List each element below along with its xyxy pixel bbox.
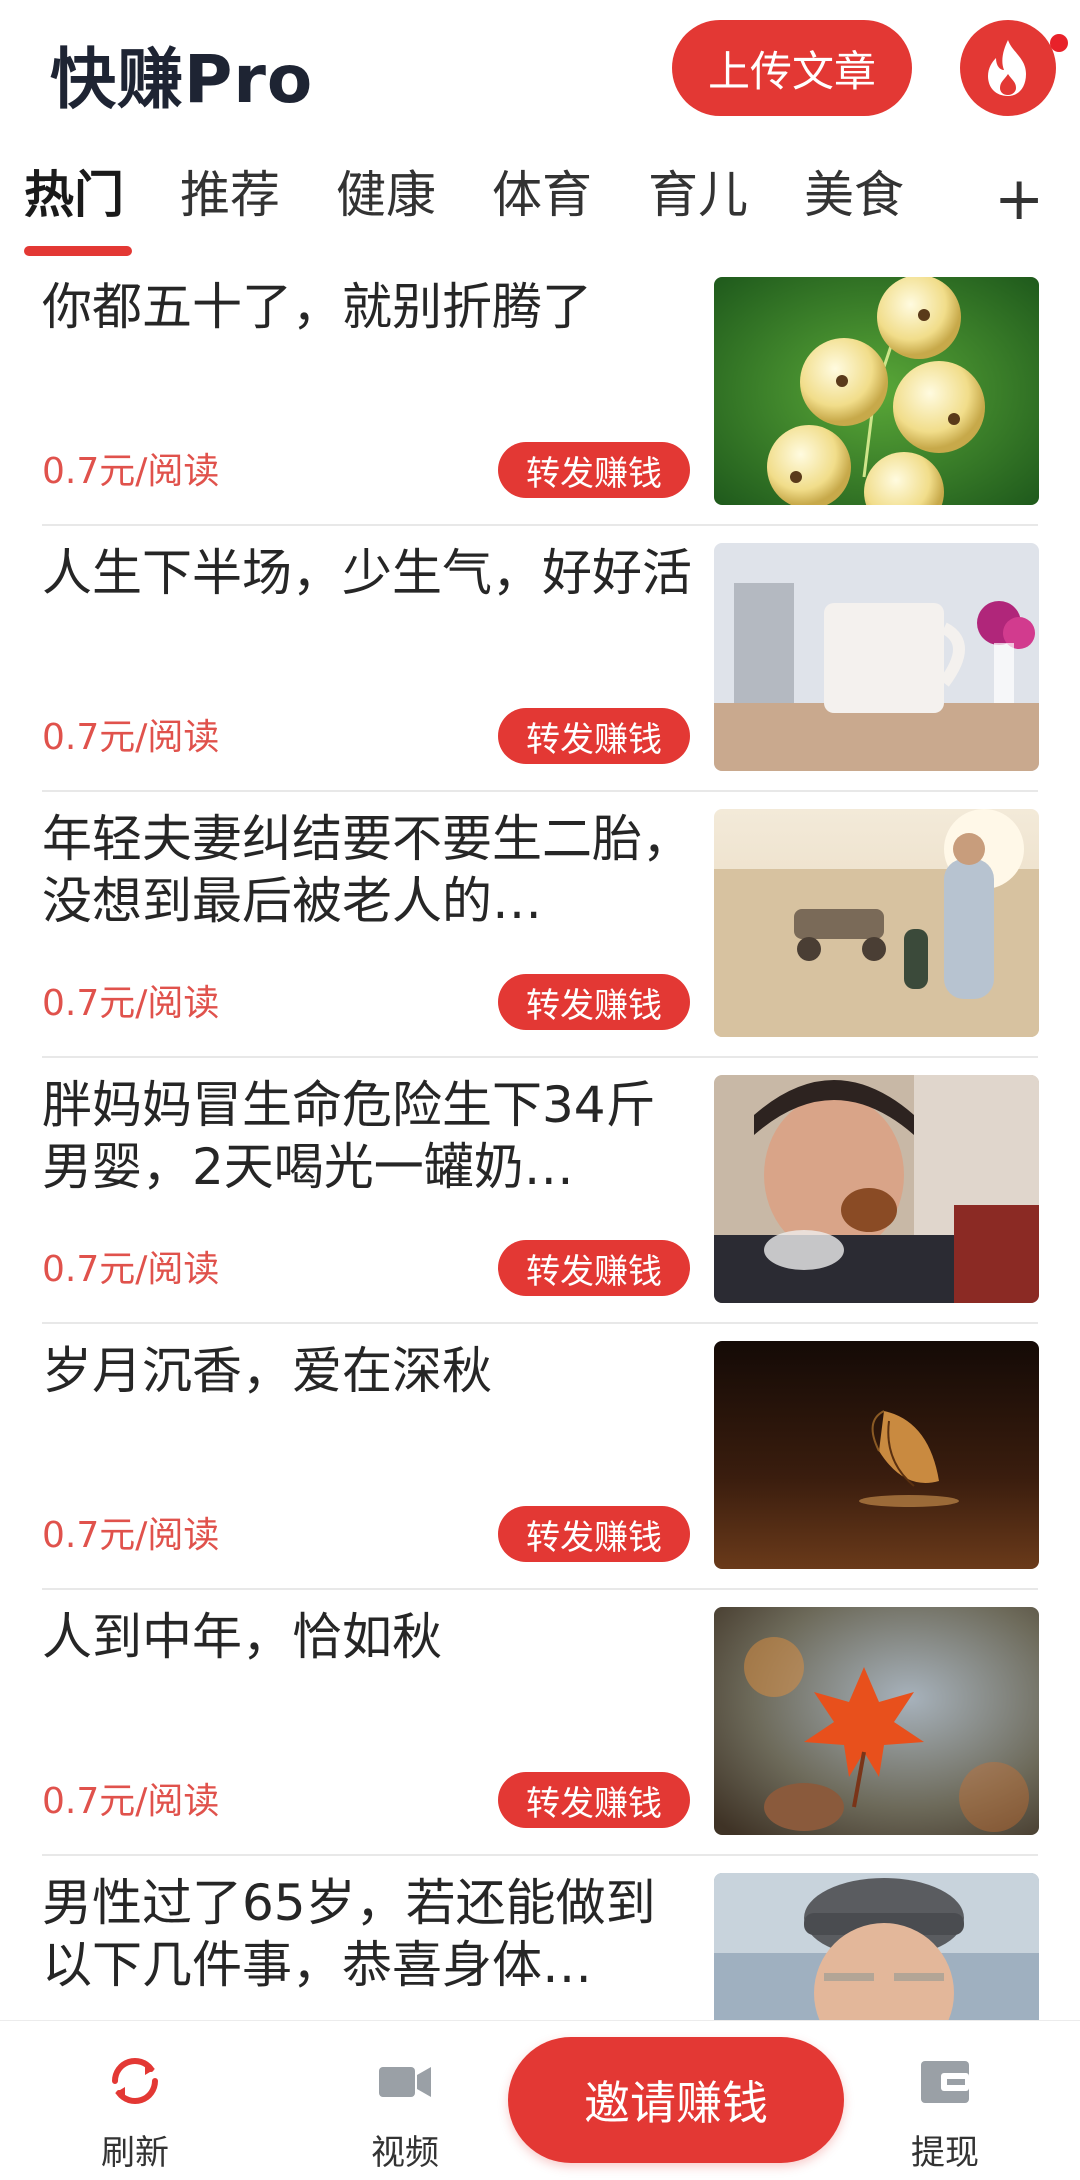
article-title[interactable]: 男性过了65岁，若还能做到以下几件事，恭喜身体… — [42, 1872, 692, 1996]
video-nav[interactable]: 视频 — [330, 2021, 480, 2180]
article-thumbnail[interactable] — [714, 1341, 1039, 1569]
video-label: 视频 — [371, 2133, 439, 2173]
divider — [42, 524, 1038, 526]
article-price: 0.7元/阅读 — [42, 717, 220, 758]
active-tab-indicator — [24, 246, 132, 256]
article-title[interactable]: 胖妈妈冒生命危险生下34斤男婴，2天喝光一罐奶… — [42, 1074, 692, 1198]
add-tab-button[interactable]: + — [994, 164, 1044, 234]
divider — [42, 1854, 1038, 1856]
article-item[interactable]: 男性过了65岁，若还能做到以下几件事，恭喜身体… — [0, 1866, 1080, 2020]
tab-hot[interactable]: 热门 — [24, 160, 124, 230]
article-item[interactable]: 人到中年，恰如秋 0.7元/阅读 转发赚钱 — [0, 1600, 1080, 1866]
video-camera-icon — [379, 2067, 431, 2097]
invite-earn-button[interactable]: 邀请赚钱 — [508, 2037, 844, 2163]
tab-food[interactable]: 美食 — [804, 160, 904, 230]
article-title[interactable]: 人生下半场，少生气，好好活 — [42, 542, 692, 604]
article-item[interactable]: 人生下半场，少生气，好好活 0.7元/阅读 转发赚钱 — [0, 536, 1080, 802]
tab-parenting[interactable]: 育儿 — [648, 160, 748, 230]
article-price: 0.7元/阅读 — [42, 1781, 220, 1822]
article-thumbnail[interactable] — [714, 809, 1039, 1037]
fire-icon — [988, 40, 1026, 96]
article-price: 0.7元/阅读 — [42, 451, 220, 492]
category-tabs: 热门 推荐 健康 体育 育儿 美食 — [0, 160, 1080, 260]
share-earn-button[interactable]: 转发赚钱 — [498, 974, 690, 1030]
elderly-man-image — [714, 1873, 1039, 2020]
share-earn-button[interactable]: 转发赚钱 — [498, 1772, 690, 1828]
article-item[interactable]: 你都五十了，就别折腾了 0.7元/阅读 转发赚钱 — [0, 270, 1080, 536]
autumn-leaf-dark-image — [714, 1341, 1039, 1569]
refresh-icon — [112, 2058, 158, 2104]
refresh-label: 刷新 — [101, 2133, 169, 2173]
share-earn-button[interactable]: 转发赚钱 — [498, 1240, 690, 1296]
hot-button[interactable] — [960, 20, 1056, 116]
share-earn-button[interactable]: 转发赚钱 — [498, 1506, 690, 1562]
currant-berries-image — [714, 277, 1039, 505]
tab-sports[interactable]: 体育 — [492, 160, 592, 230]
divider — [42, 1322, 1038, 1324]
coffee-mug-image — [714, 543, 1039, 771]
article-thumbnail[interactable] — [714, 277, 1039, 505]
article-price: 0.7元/阅读 — [42, 1249, 220, 1290]
withdraw-label: 提现 — [911, 2133, 979, 2173]
article-thumbnail[interactable] — [714, 1873, 1039, 2020]
article-feed[interactable]: 你都五十了，就别折腾了 0.7元/阅读 转发赚钱 人生下半场，少生气，好好活 0… — [0, 270, 1080, 2020]
divider — [42, 1056, 1038, 1058]
app-title: 快赚Pro — [50, 41, 314, 118]
article-item[interactable]: 岁月沉香，爱在深秋 0.7元/阅读 转发赚钱 — [0, 1334, 1080, 1600]
tab-recommend[interactable]: 推荐 — [180, 160, 280, 230]
tab-health[interactable]: 健康 — [336, 160, 436, 230]
article-title[interactable]: 年轻夫妻纠结要不要生二胎，没想到最后被老人的… — [42, 808, 692, 932]
divider — [42, 1588, 1038, 1590]
article-thumbnail[interactable] — [714, 1075, 1039, 1303]
article-title[interactable]: 岁月沉香，爱在深秋 — [42, 1340, 692, 1402]
article-thumbnail[interactable] — [714, 543, 1039, 771]
notification-dot — [1050, 34, 1068, 52]
beach-family-image — [714, 809, 1039, 1037]
article-item[interactable]: 年轻夫妻纠结要不要生二胎，没想到最后被老人的… 0.7元/阅读 转发赚钱 — [0, 802, 1080, 1068]
top-header: 快赚Pro 上传文章 — [0, 0, 1080, 140]
maple-leaf-image — [714, 1607, 1039, 1835]
wallet-icon — [921, 2061, 969, 2103]
app-screen: 快赚Pro 上传文章 热门 推荐 健康 体育 育儿 美食 + 你都五十了，就别折… — [0, 0, 1080, 2180]
article-thumbnail[interactable] — [714, 1607, 1039, 1835]
article-price: 0.7元/阅读 — [42, 983, 220, 1024]
bottom-navigation: 刷新 视频 邀请赚钱 提现 — [0, 2020, 1080, 2180]
refresh-nav[interactable]: 刷新 — [60, 2021, 210, 2180]
share-earn-button[interactable]: 转发赚钱 — [498, 442, 690, 498]
article-item[interactable]: 胖妈妈冒生命危险生下34斤男婴，2天喝光一罐奶… 0.7元/阅读 转发赚钱 — [0, 1068, 1080, 1334]
article-title[interactable]: 人到中年，恰如秋 — [42, 1606, 692, 1668]
share-earn-button[interactable]: 转发赚钱 — [498, 708, 690, 764]
woman-eating-image — [714, 1075, 1039, 1303]
article-title[interactable]: 你都五十了，就别折腾了 — [42, 276, 692, 338]
upload-article-button[interactable]: 上传文章 — [672, 20, 912, 116]
article-price: 0.7元/阅读 — [42, 1515, 220, 1556]
withdraw-nav[interactable]: 提现 — [870, 2021, 1020, 2180]
divider — [42, 790, 1038, 792]
